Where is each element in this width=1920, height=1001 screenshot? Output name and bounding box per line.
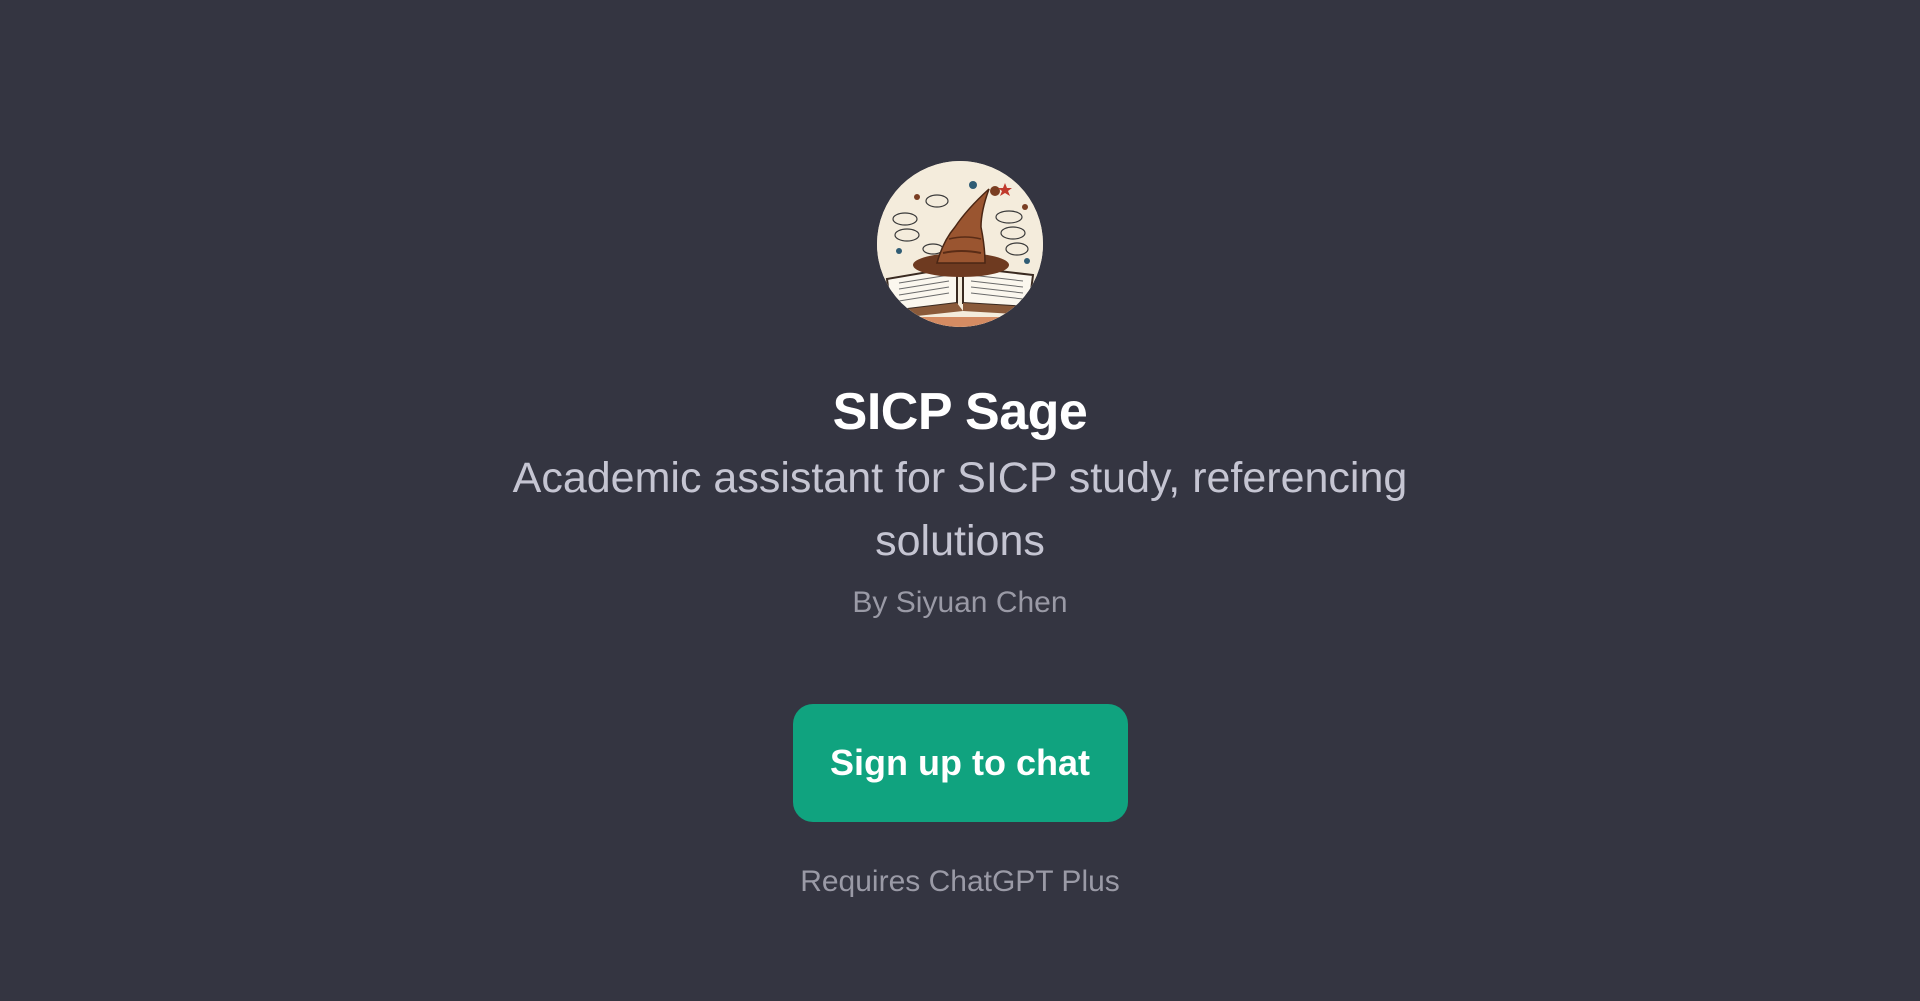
requires-plus-note: Requires ChatGPT Plus — [800, 865, 1120, 898]
gpt-profile: SICP Sage Academic assistant for SICP st… — [0, 0, 1920, 904]
page: SICP Sage Academic assistant for SICP st… — [0, 0, 1920, 1001]
gpt-author: By Siyuan Chen — [852, 586, 1068, 619]
sign-up-to-chat-button[interactable]: Sign up to chat — [792, 704, 1128, 822]
gpt-avatar — [877, 161, 1043, 327]
gpt-title: SICP Sage — [832, 383, 1088, 441]
gpt-description: Academic assistant for SICP study, refer… — [512, 454, 1408, 565]
wizard-hat-book-icon — [877, 161, 1043, 327]
